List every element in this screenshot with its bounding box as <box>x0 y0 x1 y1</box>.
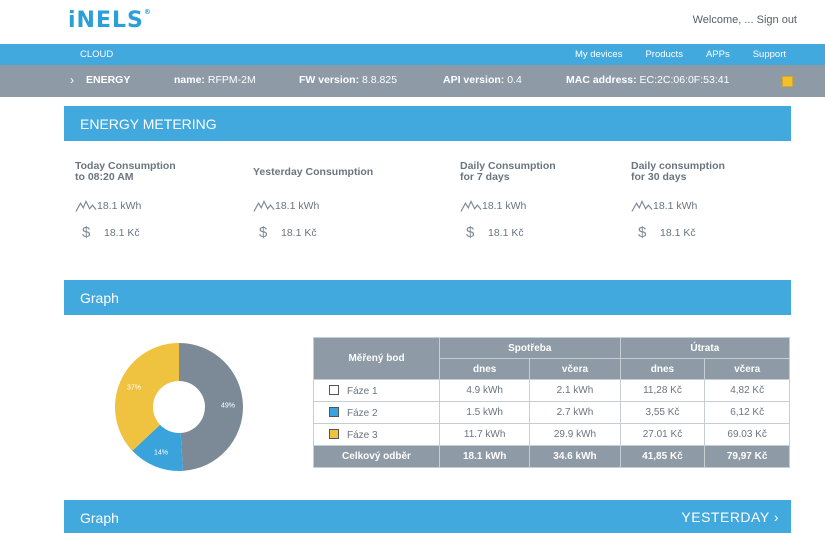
phase2-swatch <box>329 406 339 417</box>
stat-30days-cost: $18.1 Kč <box>638 224 696 241</box>
welcome-area: Welcome, ... Sign out <box>693 14 797 26</box>
col-cost-header: Útrata <box>619 337 791 359</box>
welcome-text: Welcome, ... <box>692 14 754 26</box>
sub-yesterday-consumption: včera <box>529 358 621 380</box>
device-name: name: RFPM-2M <box>174 74 256 86</box>
signout-link[interactable]: Sign out <box>757 14 797 26</box>
energy-wave-icon <box>75 200 97 212</box>
table-row: Fáze 1 4.9 kWh 2.1 kWh 11,28 Kč 4,82 Kč <box>313 379 790 402</box>
dollar-icon: $ <box>259 224 268 241</box>
nav-products[interactable]: Products <box>645 49 683 60</box>
graph-title: Graph <box>80 290 119 306</box>
phase1-swatch <box>329 384 339 395</box>
phase3-swatch <box>329 428 339 439</box>
col-consumption-header: Spotřeba <box>439 337 621 359</box>
stat-today-cost: $18.1 Kč <box>82 224 140 241</box>
stat-30days-energy: 18.1 kWh <box>631 199 697 213</box>
dollar-icon: $ <box>82 224 91 241</box>
nav-my-devices[interactable]: My devices <box>575 49 623 60</box>
sub-yesterday-cost: včera <box>704 358 790 380</box>
donut-label-1: 49% <box>221 402 235 409</box>
device-mac-address: MAC address: EC:2C:06:0F:53:41 <box>566 74 730 86</box>
nav-support[interactable]: Support <box>753 49 786 60</box>
consumption-donut-chart: 49% 14% 37% <box>115 343 244 471</box>
energy-wave-icon <box>253 200 275 212</box>
energy-metering-title: ENERGY METERING <box>80 116 217 132</box>
period-selector[interactable]: YESTERDAY › <box>681 509 779 525</box>
table-row: Fáze 2 1.5 kWh 2.7 kWh 3,55 Kč 6,12 Kč <box>313 401 790 424</box>
inels-logo[interactable]: iNELS® <box>68 8 152 33</box>
status-indicator <box>782 76 793 87</box>
energy-wave-icon <box>631 200 653 212</box>
chevron-right-icon[interactable]: › <box>70 73 74 87</box>
stat-7days-energy: 18.1 kWh <box>460 199 526 213</box>
nav-cloud[interactable]: CLOUD <box>80 49 113 60</box>
device-fw-version: FW version: 8.8.825 <box>299 74 398 86</box>
dollar-icon: $ <box>466 224 475 241</box>
graph-yesterday-header: Graph YESTERDAY › <box>64 500 791 533</box>
sub-today-cost: dnes <box>619 358 706 380</box>
graph-header: Graph <box>64 280 791 315</box>
phase-table: Měřený bod Spotřeba Útrata dnes včera dn… <box>313 337 791 468</box>
col-point-header: Měřený bod <box>313 337 440 380</box>
table-total-row: Celkový odběr 18.1 kWh 34.6 kWh 41,85 Kč… <box>313 445 790 468</box>
stat-today-label: Today Consumption to 08:20 AM <box>75 160 176 183</box>
sub-today-consumption: dnes <box>438 358 531 380</box>
stat-yesterday-label: Yesterday Consumption <box>253 166 374 178</box>
main-nav: CLOUD My devices Products APPs Support <box>0 44 825 65</box>
nav-apps[interactable]: APPs <box>706 49 730 60</box>
donut-label-2: 14% <box>154 450 168 457</box>
device-api-version: API version: 0.4 <box>443 74 522 86</box>
donut-label-3: 37% <box>127 385 141 392</box>
graph-title-2: Graph <box>80 510 119 526</box>
stat-yesterday-energy: 18.1 kWh <box>253 199 319 213</box>
stat-7days-cost: $18.1 Kč <box>466 224 524 241</box>
nav-links: My devices Products APPs Support <box>575 49 786 60</box>
stat-today-energy: 18.1 kWh <box>75 199 141 213</box>
table-row: Fáze 3 11.7 kWh 29.9 kWh 27.01 Kč 69.03 … <box>313 423 790 446</box>
energy-metering-header: ENERGY METERING <box>64 106 791 141</box>
stat-7days-label: Daily Consumption for 7 days <box>460 160 556 183</box>
chevron-right-icon: › <box>773 509 779 525</box>
energy-wave-icon <box>460 200 482 212</box>
stat-yesterday-cost: $18.1 Kč <box>259 224 317 241</box>
device-info-bar: › ENERGY name: RFPM-2M FW version: 8.8.8… <box>0 65 825 97</box>
device-section: ENERGY <box>86 74 131 86</box>
stat-30days-label: Daily consumption for 30 days <box>631 160 725 183</box>
dollar-icon: $ <box>638 224 647 241</box>
